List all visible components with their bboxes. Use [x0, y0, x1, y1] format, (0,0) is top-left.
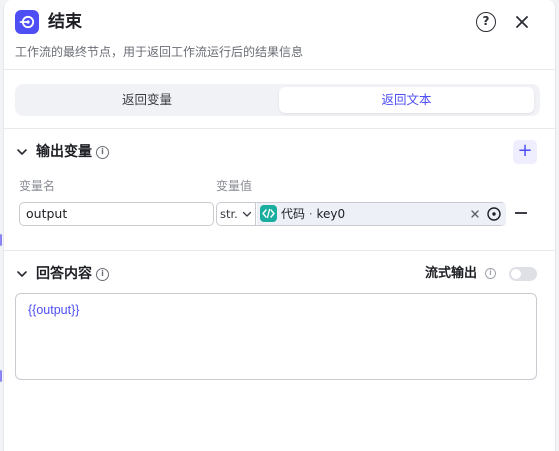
variable-value-field: str. 代码 · key0: [216, 202, 506, 226]
connector-edge-mark: [0, 370, 2, 382]
variable-reference[interactable]: 代码 · key0: [257, 203, 506, 225]
chevron-down-icon[interactable]: [16, 146, 28, 158]
chevron-down-icon: [242, 211, 252, 217]
output-section-title: 输出变量: [36, 144, 92, 160]
info-icon: i: [96, 146, 109, 159]
variable-name-input[interactable]: output: [19, 202, 214, 226]
column-header-value: 变量值: [216, 179, 253, 193]
divider: [4, 250, 555, 251]
return-mode-tabs: 返回变量 返回文本: [15, 84, 540, 116]
chevron-down-icon[interactable]: [16, 268, 28, 280]
remove-variable-button[interactable]: [515, 212, 527, 214]
info-icon: i: [96, 268, 109, 281]
close-icon[interactable]: [512, 12, 532, 32]
answer-section-title: 回答内容: [36, 266, 92, 282]
end-node-panel: 结束 ? 工作流的最终节点，用于返回工作流运行后的结果信息 返回变量 返回文本 …: [3, 0, 556, 451]
type-select-value: str.: [220, 207, 238, 221]
reference-source: 代码: [281, 207, 306, 221]
info-icon: i: [485, 268, 496, 279]
end-node-icon: [15, 10, 39, 34]
answer-content-editor[interactable]: {{output}}: [15, 293, 537, 380]
add-variable-button[interactable]: +: [513, 140, 537, 164]
node-description: 工作流的最终节点，用于返回工作流运行后的结果信息: [15, 45, 304, 59]
code-icon: [260, 205, 277, 222]
stream-output-toggle[interactable]: [509, 267, 537, 281]
reference-key: key0: [316, 207, 346, 221]
reference-label: 代码 · key0: [281, 203, 345, 225]
column-header-name: 变量名: [19, 179, 56, 193]
tab-return-text[interactable]: 返回文本: [279, 87, 534, 113]
toggle-knob: [511, 269, 521, 279]
stream-output-label: 流式输出: [425, 266, 478, 281]
help-icon[interactable]: ?: [476, 12, 496, 32]
page-title: 结束: [48, 12, 82, 32]
panel-header: 结束 ? 工作流的最终节点，用于返回工作流运行后的结果信息: [4, 0, 555, 70]
connector-edge-mark: [0, 234, 2, 246]
divider: [4, 128, 555, 129]
reference-separator: ·: [305, 207, 317, 221]
tab-return-variables[interactable]: 返回变量: [18, 87, 276, 113]
type-select[interactable]: str.: [217, 203, 256, 225]
clear-icon[interactable]: [469, 208, 481, 220]
target-icon[interactable]: [486, 206, 502, 222]
